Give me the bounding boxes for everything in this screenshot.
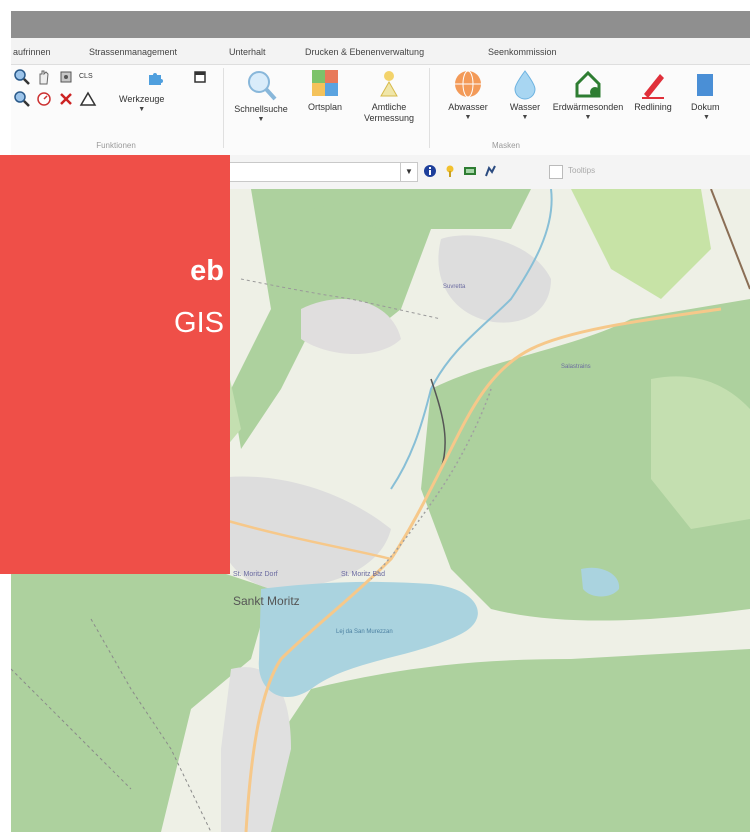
- house-icon: [575, 70, 601, 98]
- schnellsuche-label: Schnellsuche: [234, 104, 288, 114]
- puzzle-icon[interactable]: [146, 70, 164, 88]
- caret-down-icon: ▼: [464, 114, 472, 121]
- search-combobox[interactable]: ▼: [226, 162, 418, 182]
- abwasser-button[interactable]: Abwasser ▼: [445, 68, 491, 123]
- caret-down-icon: ▼: [584, 114, 592, 121]
- globe-icon: [455, 70, 481, 98]
- clock-icon[interactable]: [35, 90, 53, 108]
- ribbon: aufrinnen Strassenmanagement Unterhalt D…: [11, 38, 750, 156]
- caret-down-icon: ▼: [138, 106, 146, 113]
- ortsplan-button[interactable]: Ortsplan: [305, 66, 345, 113]
- erdwaermesonden-button[interactable]: Erdwärmesonden ▼: [551, 68, 625, 123]
- pen-icon: [642, 74, 664, 99]
- dokumente-button[interactable]: Dokum ▼: [683, 68, 743, 123]
- measure-icon[interactable]: [57, 68, 75, 86]
- ortsplan-label: Ortsplan: [307, 102, 342, 112]
- warning-icon[interactable]: [79, 90, 97, 108]
- water-drop-icon: [514, 70, 536, 100]
- promo-banner: eb GIS: [0, 155, 230, 574]
- ribbon-separator: [429, 68, 430, 148]
- amtliche-vermessung-button[interactable]: Amtliche Vermessung: [359, 66, 419, 124]
- map-label-small: St. Moritz Dorf: [233, 571, 278, 578]
- map-label-sankt-moritz: Sankt Moritz: [233, 594, 300, 608]
- banner-line-2: GIS: [174, 307, 224, 339]
- magnifier-icon: [248, 71, 277, 101]
- abwasser-label: Abwasser: [448, 102, 488, 112]
- map-label-small: St. Moritz Bad: [341, 571, 385, 578]
- redlining-button[interactable]: Redlining: [627, 68, 679, 113]
- city-map-icon: [312, 70, 338, 96]
- tab-seenkommission[interactable]: Seenkommission: [488, 47, 557, 57]
- pan-hand-icon[interactable]: [35, 68, 53, 86]
- wasser-label: Wasser: [509, 102, 541, 112]
- group-funktionen: CLS Werkzeuge ▼ Funktionen: [11, 64, 221, 154]
- group-label-funktionen: Funktionen: [96, 141, 136, 150]
- werkzeuge-label: Werkzeuge: [119, 94, 165, 104]
- document-icon: [697, 74, 713, 96]
- wasser-button[interactable]: Wasser ▼: [505, 68, 545, 123]
- werkzeuge-button[interactable]: Werkzeuge ▼: [119, 94, 164, 115]
- tab-unterhalt[interactable]: Unterhalt: [229, 47, 266, 57]
- delete-icon[interactable]: [57, 90, 75, 108]
- map-label-small: Suvretta: [443, 284, 466, 290]
- zoom-in-icon[interactable]: [13, 68, 31, 86]
- titlebar-strip: [11, 11, 750, 38]
- tooltips-checkbox[interactable]: [549, 165, 563, 179]
- tab-strassenmanagement[interactable]: Strassenmanagement: [89, 47, 177, 57]
- chevron-down-icon[interactable]: ▼: [400, 163, 417, 181]
- window-icon[interactable]: [191, 68, 209, 86]
- map-view-icon[interactable]: [463, 164, 477, 178]
- surveyor-icon: [380, 71, 398, 97]
- cls-label[interactable]: CLS: [79, 73, 93, 80]
- caret-down-icon: ▼: [257, 116, 265, 123]
- map-label-lake: Lej da San Murezzan: [336, 629, 393, 635]
- tab-drucken[interactable]: Drucken & Ebenenverwaltung: [305, 47, 424, 57]
- group-label-masken: Masken: [491, 141, 520, 150]
- redlining-label: Redlining: [634, 102, 672, 112]
- dokum-label: Dokum: [691, 102, 720, 112]
- ribbon-separator: [223, 68, 224, 148]
- window-titlebar: [0, 0, 750, 38]
- tab-aufrinnen[interactable]: aufrinnen: [13, 47, 51, 57]
- zoom-out-icon[interactable]: [13, 90, 31, 108]
- map-label-small: Salastrains: [561, 364, 591, 370]
- info-icon[interactable]: [423, 164, 437, 178]
- banner-line-1: eb: [190, 255, 224, 287]
- vermessung-label: Vermessung: [363, 113, 415, 123]
- route-icon[interactable]: [483, 164, 497, 178]
- amtliche-label: Amtliche: [371, 102, 407, 112]
- ribbon-tabs: aufrinnen Strassenmanagement Unterhalt D…: [11, 38, 750, 65]
- schnellsuche-button[interactable]: Schnellsuche ▼: [229, 68, 293, 125]
- caret-down-icon: ▼: [703, 114, 710, 121]
- erdwaerme-label: Erdwärmesonden: [552, 102, 624, 112]
- caret-down-icon: ▼: [521, 114, 529, 121]
- tooltips-label: Tooltips: [568, 166, 596, 175]
- pin-icon[interactable]: [443, 164, 457, 178]
